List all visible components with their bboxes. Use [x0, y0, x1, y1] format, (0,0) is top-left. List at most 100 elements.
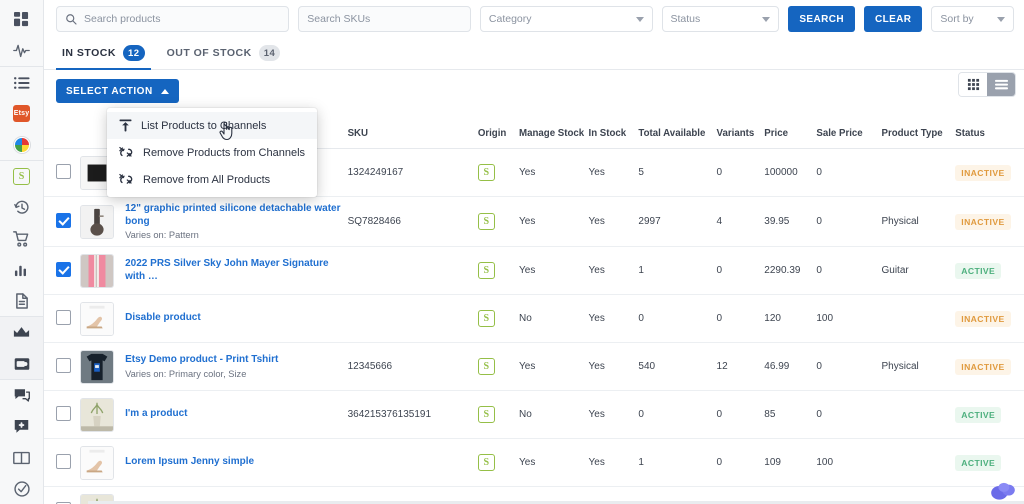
dropdown-item-list-products-to-channels[interactable]: List Products to Channels: [107, 112, 317, 139]
select-action-button[interactable]: SELECT ACTION: [56, 79, 179, 103]
table-row[interactable]: Disable product S No Yes 0 0 120 100 INACTIVE: [44, 294, 1024, 343]
select-action-label: SELECT ACTION: [66, 85, 153, 97]
list-view-button[interactable]: [987, 73, 1015, 96]
cell-status: ACTIVE: [952, 390, 1024, 439]
th-total-available[interactable]: Total Available: [635, 122, 714, 149]
cell-price: 100000: [761, 148, 814, 197]
product-name-link[interactable]: Lorem Ipsum Jenny simple: [125, 456, 341, 469]
dropdown-item-remove-from-all-products[interactable]: Remove from All Products: [107, 166, 317, 193]
cell-thumb: [76, 294, 123, 343]
cell-in-stock: Yes: [585, 294, 636, 343]
shopify-origin-icon: S: [477, 262, 495, 279]
product-variants-note: Varies on: Pattern: [125, 230, 199, 240]
category-select[interactable]: Category: [479, 6, 653, 32]
sidebar-item-tasks[interactable]: [0, 473, 44, 504]
cell-total-available: 1: [635, 246, 714, 295]
sidebar-item-orders[interactable]: [0, 223, 44, 254]
sidebar-item-documents[interactable]: [0, 285, 44, 316]
clear-button[interactable]: CLEAR: [863, 6, 923, 32]
sidebar-item-premium[interactable]: [0, 317, 44, 348]
sidebar-item-etsy[interactable]: Etsy: [0, 98, 44, 129]
th-manage-stock[interactable]: Manage Stock: [516, 122, 586, 149]
sidebar-item-reports[interactable]: [0, 254, 44, 285]
unlink-icon: [119, 173, 134, 186]
product-name-link[interactable]: 2022 PRS Silver Sky John Mayer Signature…: [125, 258, 341, 283]
chat-support-widget[interactable]: [990, 481, 1016, 501]
row-checkbox[interactable]: [56, 453, 71, 469]
cell-variants: 0: [713, 294, 762, 343]
cell-origin: S: [474, 246, 517, 295]
cell-check: [44, 390, 77, 439]
search-skus-input[interactable]: Search SKUs: [298, 6, 471, 32]
th-price[interactable]: Price: [761, 122, 814, 149]
product-name-link[interactable]: Etsy Demo product - Print Tshirt: [125, 354, 341, 367]
th-variants[interactable]: Variants: [713, 122, 762, 149]
cell-sale-price: 100: [813, 294, 879, 343]
history-icon: [13, 200, 30, 216]
row-checkbox[interactable]: [56, 405, 71, 421]
status-badge: INACTIVE: [955, 164, 1011, 181]
sidebar-item-dashboard[interactable]: [0, 4, 44, 35]
th-product-type[interactable]: Product Type: [878, 122, 953, 149]
sidebar-item-knowledge-base[interactable]: [0, 442, 44, 473]
tab-in-stock[interactable]: IN STOCK 12: [56, 45, 161, 70]
cell-name: Etsy Demo product - Print Tshirt Varies o…: [122, 342, 345, 391]
status-select[interactable]: Status: [661, 6, 780, 32]
dropdown-item-remove-products-from-channels[interactable]: Remove Products from Channels: [107, 139, 317, 166]
cell-name: Disable product: [122, 294, 345, 343]
table-row[interactable]: 12" graphic printed silicone detachable …: [44, 196, 1024, 247]
sidebar-group-3: [0, 316, 43, 379]
cell-total-available: 0: [635, 390, 714, 439]
search-products-input[interactable]: Search products: [56, 6, 290, 32]
sidebar-item-history[interactable]: [0, 192, 44, 223]
th-select: [44, 122, 77, 149]
grid-view-button[interactable]: [959, 73, 987, 96]
cell-manage-stock: Yes: [516, 148, 586, 197]
cell-variants: 4: [713, 196, 762, 247]
tab-out-of-stock[interactable]: OUT OF STOCK 14: [161, 45, 297, 69]
th-origin[interactable]: Origin: [474, 122, 517, 149]
table-row[interactable]: I'm a product 364215376135191 S No Yes 0 0 85 0 A…: [44, 390, 1024, 439]
sidebar-item-add-note[interactable]: [0, 411, 44, 442]
search-button[interactable]: SEARCH: [788, 6, 855, 32]
table-row[interactable]: 2022 PRS Silver Sky John Mayer Signature…: [44, 246, 1024, 295]
cell-sku: SQ7828466: [344, 196, 475, 247]
sidebar-item-shopify[interactable]: S: [0, 161, 44, 192]
cell-in-stock: Yes: [585, 438, 636, 487]
table-row[interactable]: Lorem Ipsum Jenny simple S Yes Yes 1 0 109 100 A…: [44, 438, 1024, 487]
sidebar-item-printful[interactable]: [0, 129, 44, 160]
app-root: Etsy S Search products Search SKUs Catego…: [0, 0, 1024, 504]
th-sku[interactable]: SKU: [344, 122, 475, 149]
check-circle-icon: [13, 480, 30, 497]
cell-origin: S: [474, 196, 517, 247]
etsy-icon: Etsy: [13, 105, 30, 122]
sidebar-item-billing[interactable]: [0, 348, 44, 379]
sort-by-select[interactable]: Sort by: [931, 6, 1014, 32]
sidebar-item-messages[interactable]: [0, 380, 44, 411]
sidebar-item-listings[interactable]: [0, 67, 44, 98]
add-note-icon: [14, 419, 29, 434]
cell-status: ACTIVE: [952, 438, 1024, 487]
product-thumbnail: [79, 253, 114, 288]
cell-sale-price: 0: [813, 342, 879, 391]
cell-in-stock: Yes: [585, 148, 636, 197]
table-row[interactable]: Etsy Demo product - Print Tshirt Varies o…: [44, 342, 1024, 391]
row-checkbox[interactable]: [56, 163, 71, 179]
sidebar-item-activity[interactable]: [0, 35, 44, 66]
cell-product-type: [878, 148, 953, 197]
cell-sku: [344, 294, 475, 343]
list-icon: [994, 79, 1008, 90]
row-checkbox[interactable]: [56, 212, 71, 228]
row-checkbox[interactable]: [56, 357, 71, 373]
row-checkbox[interactable]: [56, 261, 71, 277]
product-name-link[interactable]: Disable product: [125, 312, 341, 325]
row-checkbox[interactable]: [56, 309, 71, 325]
th-sale-price[interactable]: Sale Price: [813, 122, 879, 149]
sort-by-label: Sort by: [940, 13, 974, 25]
th-status[interactable]: Status: [952, 122, 1024, 149]
product-thumbnail: [79, 445, 114, 480]
product-name-link[interactable]: 12" graphic printed silicone detachable …: [125, 203, 341, 228]
status-badge: ACTIVE: [955, 454, 1002, 471]
product-name-link[interactable]: I'm a product: [125, 408, 341, 421]
th-in-stock[interactable]: In Stock: [585, 122, 636, 149]
